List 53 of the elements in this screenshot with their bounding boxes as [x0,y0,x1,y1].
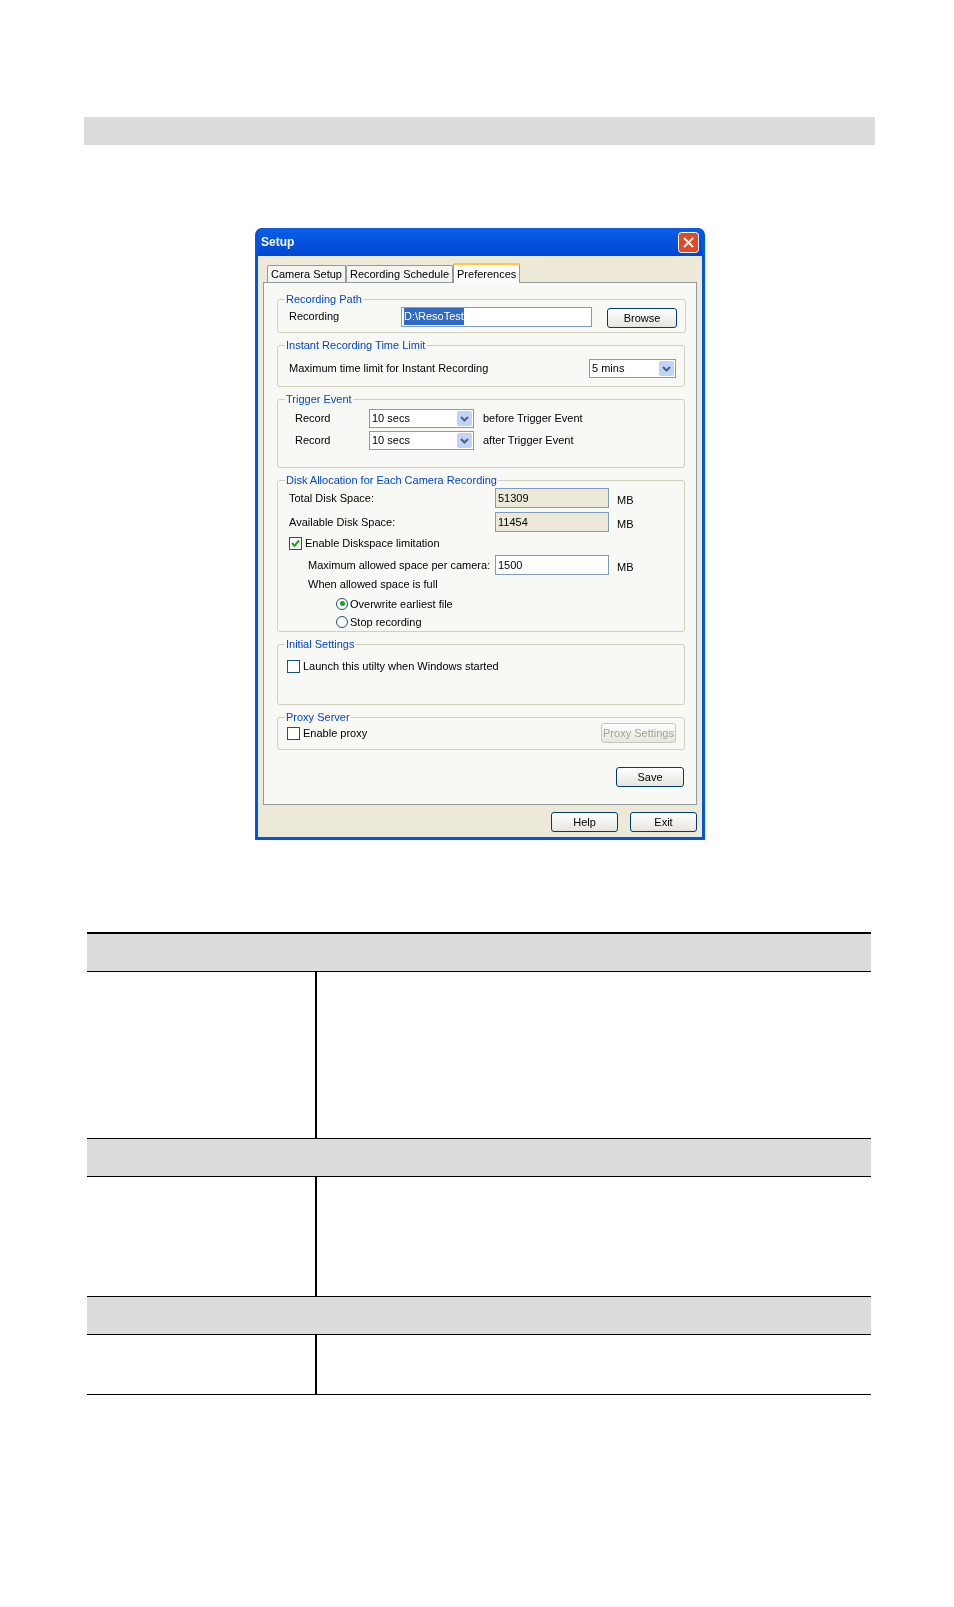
group-label: Trigger Event [285,393,353,405]
field-value: D:\ResoTest [404,308,464,325]
dropdown[interactable]: 10 secs [369,409,474,428]
checkmark-icon [291,538,300,548]
dropdown-value: 10 secs [372,433,410,449]
text-field[interactable]: 11454 [495,511,609,532]
text-field[interactable]: D:\ResoTest [401,306,592,327]
dropdown[interactable]: 10 secs [369,431,474,450]
dialog-button[interactable]: Browse [607,308,677,328]
field-label: Maximum time limit for Instant Recording [289,361,489,377]
group-label: Initial Settings [285,638,356,650]
unit-label: MB [617,559,634,575]
field-value: 11454 [498,514,528,530]
checkbox[interactable] [287,659,300,673]
radio-button[interactable] [336,616,348,629]
checkbox[interactable] [287,726,300,740]
unit-label: MB [617,493,634,508]
dialog-button[interactable]: Help [551,812,618,832]
text-field[interactable]: 1500 [495,554,609,575]
dropdown-value: 10 secs [372,411,410,427]
radio-button[interactable] [336,597,348,610]
field-label: Available Disk Space: [289,514,397,530]
dialog-button[interactable]: Save [616,767,684,787]
field-label: Recording [289,309,341,325]
unit-label: MB [617,516,634,532]
checkbox-label[interactable]: Enable proxy [303,724,368,742]
group-label: Proxy Server [285,711,351,723]
tab[interactable]: Camera Setup [267,265,346,282]
window-title: Setup [261,234,295,251]
tab[interactable]: Preferences [453,263,521,283]
tab[interactable]: Recording Schedule [345,265,453,282]
field-label: Total Disk Space: [289,491,375,506]
radio-label[interactable]: Overwrite earliest file [350,595,453,612]
field-suffix: before Trigger Event [483,411,583,427]
field-label: Maximum allowed space per camera: [308,557,492,573]
group-label: Disk Allocation for Each Camera Recording [285,474,498,486]
dropdown[interactable]: 5 mins [589,359,676,378]
group-label: Recording Path [285,293,363,305]
dialog-button[interactable]: Exit [630,812,697,832]
checkbox[interactable] [289,536,302,550]
close-icon[interactable] [678,231,699,253]
checkbox-label[interactable]: Enable Diskspace limitation [305,535,440,552]
field-label: Record [295,433,332,449]
radio-label[interactable]: Stop recording [350,614,422,631]
dropdown-value: 5 mins [592,361,625,377]
group-label: Instant Recording Time Limit [285,339,427,351]
field-label: Record [295,411,332,427]
field-suffix: after Trigger Event [483,433,574,449]
field-value: 1500 [498,557,523,573]
checkbox-label[interactable]: Launch this utilty when Windows started [303,658,499,675]
field-value: 51309 [498,491,529,506]
field-label: When allowed space is full [307,577,439,592]
text-field[interactable]: 51309 [495,488,609,509]
